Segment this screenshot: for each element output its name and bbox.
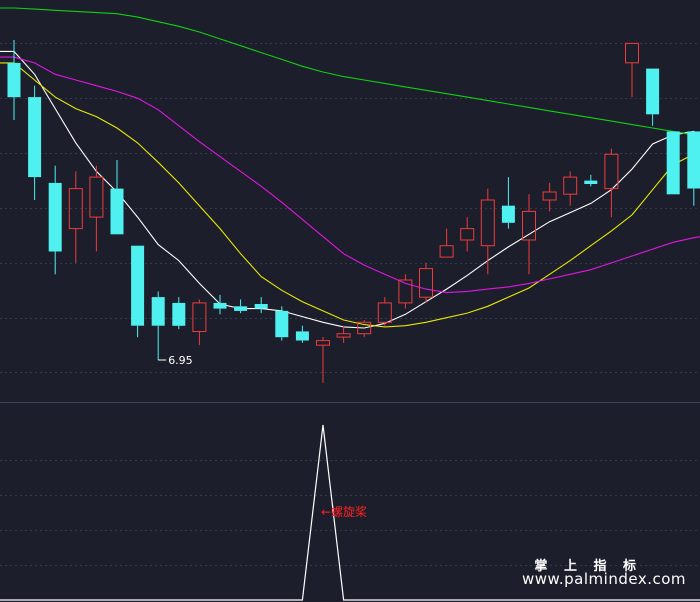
watermark-url: www.palmindex.com	[521, 570, 686, 588]
candle-body-0	[7, 62, 21, 98]
candle-8	[172, 297, 186, 330]
low-annotation: 6.95	[158, 354, 193, 367]
candle-12	[254, 297, 268, 314]
candle-31	[646, 68, 660, 126]
candle-body-15	[316, 340, 330, 346]
candle-5	[110, 160, 124, 235]
candle-28	[584, 174, 598, 187]
candle-body-23	[480, 199, 495, 247]
candle-2	[48, 165, 62, 275]
candle-7	[151, 291, 165, 360]
candle-body-2	[48, 182, 62, 252]
candle-body-26	[542, 191, 557, 201]
candle-14	[295, 325, 309, 343]
chart-svg: 6.95 ←螺旋桨	[0, 7, 700, 601]
candle-20	[419, 262, 433, 303]
candle-22	[460, 217, 475, 252]
candle-21	[439, 228, 454, 258]
candle-9	[192, 299, 207, 346]
candle-body-24	[501, 205, 515, 223]
low-label: 6.95	[168, 354, 193, 367]
candle-body-14	[295, 331, 309, 341]
main-grid	[0, 43, 700, 373]
candle-body-12	[254, 304, 268, 309]
candle-33	[687, 131, 700, 206]
candle-3	[68, 171, 83, 263]
candle-body-11	[234, 306, 248, 311]
candle-body-20	[419, 268, 433, 298]
peak-label: ←螺旋桨	[321, 505, 367, 519]
candle-24	[501, 177, 515, 229]
candle-6	[131, 245, 145, 338]
candle-body-18	[377, 302, 392, 323]
candle-body-29	[604, 153, 619, 190]
candle-16	[336, 325, 351, 343]
candle-body-21	[439, 245, 454, 258]
candle-0	[7, 40, 21, 120]
candle-body-16	[336, 333, 351, 338]
candle-body-30	[625, 42, 639, 64]
candle-30	[625, 42, 639, 98]
candle-body-10	[213, 302, 227, 309]
candle-body-8	[172, 302, 186, 326]
candle-11	[234, 299, 248, 314]
candle-23	[480, 188, 495, 275]
candle-17	[357, 320, 372, 338]
candle-10	[213, 294, 227, 315]
ma-line-3	[0, 7, 700, 140]
candle-13	[275, 306, 289, 341]
ma-line-2	[0, 56, 700, 294]
candle-body-27	[563, 176, 578, 195]
candle-body-28	[584, 180, 598, 184]
candle-1	[28, 85, 42, 200]
candle-body-22	[460, 228, 475, 241]
candle-body-7	[151, 297, 165, 326]
candle-body-33	[687, 131, 700, 189]
candles	[7, 40, 700, 383]
candle-body-1	[28, 97, 42, 178]
candle-body-31	[646, 68, 660, 115]
candle-26	[542, 182, 557, 212]
candle-body-13	[275, 310, 289, 338]
candle-body-6	[131, 245, 145, 326]
candle-body-5	[110, 188, 124, 235]
candle-body-32	[666, 131, 680, 195]
candle-15	[316, 337, 330, 383]
ma-line-1	[0, 62, 700, 328]
candle-body-4	[89, 176, 104, 218]
moving-averages	[0, 7, 700, 329]
candle-19	[398, 274, 413, 309]
candle-body-25	[522, 210, 536, 241]
candle-32	[666, 131, 680, 195]
candle-29	[604, 148, 619, 218]
ma-line-0	[0, 50, 700, 329]
candle-27	[563, 171, 578, 206]
candle-body-9	[192, 302, 207, 332]
